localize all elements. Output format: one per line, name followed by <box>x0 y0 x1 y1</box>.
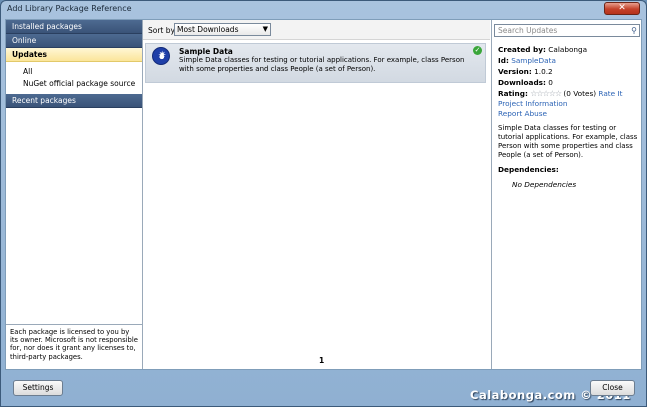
window-title: Add Library Package Reference <box>7 4 132 13</box>
rating-line: Rating: ☆☆☆☆☆ (0 Votes) Rate It <box>498 89 623 98</box>
package-description: Simple Data classes for testing or tutor… <box>179 56 465 73</box>
version-line: Version: 1.0.2 <box>498 67 553 76</box>
installed-check-icon: ✓ <box>473 46 482 55</box>
created-by-line: Created by: Calabonga <box>498 45 588 54</box>
settings-button[interactable]: Settings <box>13 380 63 396</box>
search-input[interactable]: Search Updates ⚲ <box>494 24 640 37</box>
rate-it-link[interactable]: Rate It <box>598 89 622 98</box>
page-number[interactable]: 1 <box>319 356 324 365</box>
detail-description: Simple Data classes for testing or tutor… <box>498 124 638 159</box>
dependencies-heading: Dependencies: <box>498 165 559 174</box>
bottom-bar: Settings Calabonga.com © 2011 Close <box>5 371 642 404</box>
title-bar: Add Library Package Reference ✕ <box>1 1 646 17</box>
package-id-link[interactable]: SampleData <box>511 56 556 65</box>
close-button[interactable]: Close <box>590 380 635 396</box>
nav-updates[interactable]: Updates <box>6 48 142 62</box>
sort-label: Sort by: <box>148 26 177 35</box>
nav-installed-packages[interactable]: Installed packages <box>6 20 142 34</box>
nav-recent-packages[interactable]: Recent packages <box>6 94 142 108</box>
left-navigation: Installed packages Online Updates All Nu… <box>6 20 143 369</box>
package-name: Sample Data <box>179 47 233 56</box>
window-close-button[interactable]: ✕ <box>604 2 640 15</box>
rating-stars-icon: ☆☆☆☆☆ <box>530 89 562 98</box>
package-details-pane: Search Updates ⚲ Created by: Calabonga I… <box>491 20 641 369</box>
sort-value: Most Downloads <box>177 25 239 34</box>
downloads-line: Downloads: 0 <box>498 78 553 87</box>
package-row[interactable]: ✷ Sample Data Simple Data classes for te… <box>145 43 486 83</box>
chevron-down-icon: ▼ <box>262 25 268 33</box>
package-list-pane: Sort by: Most Downloads ▼ ✷ Sample Data … <box>143 20 490 369</box>
downloads-value: 0 <box>548 78 553 87</box>
version-value: 1.0.2 <box>534 67 553 76</box>
package-logo-icon: ✷ <box>152 47 170 65</box>
license-notice: Each package is licensed to you by its o… <box>6 324 142 369</box>
nav-online[interactable]: Online <box>6 34 142 48</box>
search-icon[interactable]: ⚲ <box>631 26 637 35</box>
search-placeholder: Search Updates <box>498 26 558 35</box>
votes-count: (0 Votes) <box>563 89 597 98</box>
id-line: Id: SampleData <box>498 56 556 65</box>
nav-updates-nuget-source[interactable]: NuGet official package source <box>6 78 142 90</box>
report-abuse-link[interactable]: Report Abuse <box>498 109 547 118</box>
dialog-window: Add Library Package Reference ✕ Installe… <box>0 0 647 407</box>
dependencies-value: No Dependencies <box>512 180 577 189</box>
sort-bar: Sort by: Most Downloads ▼ <box>143 20 490 40</box>
created-by-value: Calabonga <box>548 45 588 54</box>
dialog-client: Installed packages Online Updates All Nu… <box>5 19 642 370</box>
sort-dropdown[interactable]: Most Downloads ▼ <box>174 23 271 36</box>
project-information-link[interactable]: Project Information <box>498 99 568 108</box>
nav-updates-all[interactable]: All <box>6 66 142 78</box>
